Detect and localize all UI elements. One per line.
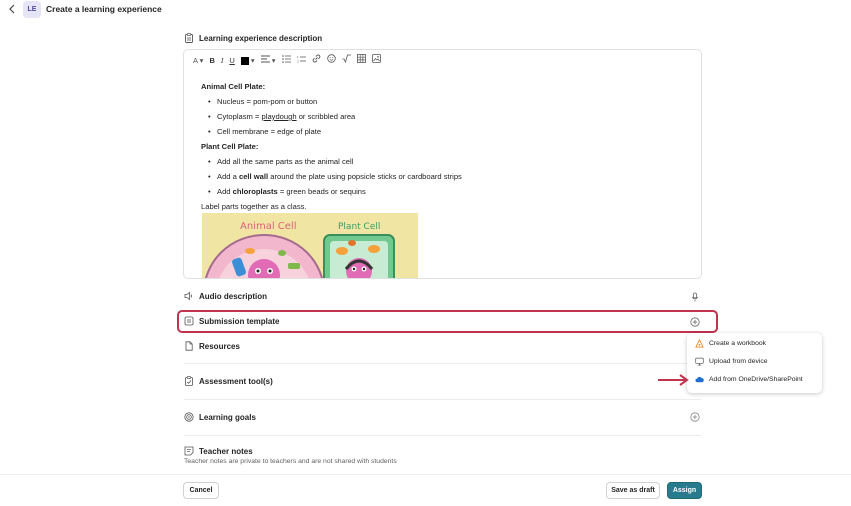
learning-goals-label: Learning goals — [199, 412, 256, 422]
annotation-arrow-icon — [658, 374, 689, 386]
description-editor[interactable]: A ▾ B I U ▾ ▾ 12 Animal Cell Plate: • Nu… — [183, 49, 702, 279]
menu-item-onedrive[interactable]: Add from OneDrive/SharePoint — [695, 375, 803, 384]
chevron-left-icon[interactable] — [8, 4, 18, 16]
list-item: Cytoplasm = playdough or scribbled area — [217, 109, 701, 124]
resources-row[interactable]: Resources — [184, 341, 240, 351]
target-icon — [184, 412, 194, 422]
clipboard-check-icon — [184, 376, 194, 386]
animal-heading: Animal Cell Plate: — [201, 82, 266, 91]
divider — [184, 399, 701, 400]
emoji-icon[interactable] — [326, 54, 336, 68]
microphone-icon[interactable] — [690, 292, 700, 302]
image-insert-icon[interactable] — [371, 54, 381, 68]
menu-item-label: Upload from device — [709, 358, 768, 365]
menu-item-upload-device[interactable]: Upload from device — [695, 357, 768, 366]
add-circle-icon[interactable] — [690, 412, 700, 422]
description-heading-label: Learning experience description — [199, 33, 323, 43]
list-item: Cell membrane = edge of plate — [217, 124, 701, 139]
text-color-button[interactable]: ▾ — [240, 54, 255, 68]
link-icon[interactable] — [312, 54, 321, 68]
template-icon — [184, 316, 194, 326]
equation-icon[interactable] — [342, 54, 351, 68]
font-size-button[interactable]: A ▾ — [193, 54, 203, 68]
list-item: Add chloroplasts = green beads or sequin… — [217, 184, 701, 199]
speaker-icon — [184, 291, 194, 301]
cloud-icon — [695, 375, 704, 384]
page-title: Create a learning experience — [46, 4, 162, 14]
menu-item-create-workbook[interactable]: Create a workbook — [695, 339, 766, 348]
submission-template-menu: Create a workbook Upload from device Add… — [687, 333, 822, 393]
list-item: Add a cell wall around the plate using p… — [217, 169, 701, 184]
underline-button[interactable]: U — [229, 54, 234, 68]
animal-list: Nucleus = pom-pom or button Cytoplasm = … — [217, 94, 701, 139]
table-icon[interactable] — [356, 54, 366, 68]
assign-button[interactable]: Assign — [667, 482, 702, 499]
clipboard-icon — [184, 33, 194, 43]
footer-line: Label parts together as a class. — [201, 202, 307, 211]
learning-goals-row[interactable]: Learning goals — [184, 412, 256, 422]
bold-button[interactable]: B — [209, 54, 214, 68]
plant-heading: Plant Cell Plate: — [201, 142, 259, 151]
note-icon — [184, 446, 194, 456]
document-icon — [184, 341, 194, 351]
align-icon[interactable]: ▾ — [260, 54, 276, 68]
monitor-icon — [695, 357, 704, 366]
workbook-icon — [695, 339, 704, 348]
assessment-tools-row[interactable]: Assessment tool(s) — [184, 376, 273, 386]
list-item: Nucleus = pom-pom or button — [217, 94, 701, 109]
footer-divider — [0, 474, 851, 475]
submission-template-label: Submission template — [199, 316, 280, 326]
svg-text:1: 1 — [297, 55, 299, 59]
cell-illustration-image: Animal Cell Plant Cell — [202, 213, 418, 278]
teacher-notes-label: Teacher notes — [199, 446, 253, 456]
text-color-swatch — [240, 57, 249, 66]
add-circle-icon[interactable] — [690, 317, 700, 327]
divider — [184, 363, 701, 364]
editor-content: Animal Cell Plate: Nucleus = pom-pom or … — [184, 72, 701, 214]
audio-description-label: Audio description — [199, 291, 267, 301]
audio-description-row[interactable]: Audio description — [184, 291, 267, 301]
editor-toolbar: A ▾ B I U ▾ ▾ 12 — [184, 50, 701, 72]
list-item: Add all the same parts as the animal cel… — [217, 154, 701, 169]
bullet-list-icon[interactable] — [281, 54, 291, 68]
top-bar: LE Create a learning experience — [0, 0, 851, 20]
save-draft-button[interactable]: Save as draft — [606, 482, 660, 499]
menu-item-label: Add from OneDrive/SharePoint — [709, 376, 803, 383]
submission-template-row[interactable]: Submission template — [184, 316, 279, 326]
italic-button[interactable]: I — [221, 54, 224, 68]
description-heading: Learning experience description — [184, 33, 322, 43]
teacher-notes-hint: Teacher notes are private to teachers an… — [184, 458, 397, 465]
image-label-left: Animal Cell — [240, 221, 296, 232]
menu-item-label: Create a workbook — [709, 340, 767, 347]
svg-text:2: 2 — [297, 60, 299, 64]
image-label-right: Plant Cell — [338, 222, 380, 232]
resources-label: Resources — [199, 341, 240, 351]
assessment-tools-label: Assessment tool(s) — [199, 376, 273, 386]
cancel-button[interactable]: Cancel — [183, 482, 219, 499]
divider — [184, 435, 701, 436]
teacher-notes-row[interactable]: Teacher notes — [184, 446, 253, 456]
plant-list: Add all the same parts as the animal cel… — [217, 154, 701, 199]
avatar: LE — [23, 1, 41, 18]
numbered-list-icon[interactable]: 12 — [297, 54, 306, 68]
